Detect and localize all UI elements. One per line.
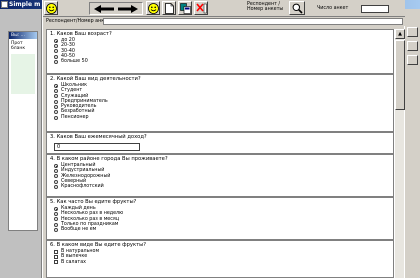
smiley-button-2[interactable] xyxy=(146,1,160,15)
radio-button[interactable] xyxy=(54,49,58,54)
app-title: Simple m xyxy=(9,1,41,8)
radio-button[interactable] xyxy=(54,94,58,99)
radio-button[interactable] xyxy=(54,174,58,179)
delete-icon xyxy=(195,2,207,14)
option-label: Краснофлотский xyxy=(61,184,104,190)
question-title: 4. В каком районе города Вы проживаете? xyxy=(50,156,168,162)
option-label: Безработный xyxy=(61,109,95,115)
option-radio[interactable]: Вообще не ем xyxy=(50,227,390,232)
checkbox[interactable] xyxy=(54,249,58,254)
smiley-button[interactable] xyxy=(44,1,58,15)
app-side-button[interactable] xyxy=(407,27,418,37)
search-row: Респондент/Номер анкеты xyxy=(43,17,405,26)
question-card: 1. Каков Ваш возраст? до 20 20-30 30-40 … xyxy=(46,29,394,74)
radio-button[interactable] xyxy=(54,115,58,120)
radio-button[interactable] xyxy=(54,38,58,43)
scroll-up-button[interactable]: ▲ xyxy=(395,29,405,39)
new-document-button[interactable] xyxy=(162,1,176,15)
option-checkbox[interactable]: В салатах xyxy=(50,260,390,265)
question-card: 6. В каком виде Вы едите фрукты? В натур… xyxy=(46,240,394,278)
option-label: В салатах xyxy=(61,259,86,265)
radio-button[interactable] xyxy=(54,179,58,184)
radio-button[interactable] xyxy=(54,169,58,174)
radio-button[interactable] xyxy=(54,99,58,104)
question-title: 6. В каком виде Вы едите фрукты? xyxy=(50,242,146,248)
question-card: 2. Какой Ваш вид деятельности? Школьник … xyxy=(46,74,394,132)
arrow-left-icon[interactable] xyxy=(93,4,115,16)
count-field[interactable] xyxy=(361,5,389,13)
respondent-label: Респондент / Номер анкеты xyxy=(247,2,284,12)
radio-button[interactable] xyxy=(54,110,58,115)
option-label: Несколько раз в месяц xyxy=(61,216,120,222)
questionnaire-window: Респондент / Номер анкеты Число анкет Ре… xyxy=(42,0,405,278)
radio-button[interactable] xyxy=(54,206,58,211)
search-icon xyxy=(292,3,303,16)
option-label: Железнодорожный xyxy=(61,173,111,179)
radio-button[interactable] xyxy=(54,227,58,232)
navigation-box xyxy=(89,2,143,15)
smiley-icon xyxy=(45,2,57,14)
radio-button[interactable] xyxy=(54,89,58,94)
questions-list: 1. Каков Ваш возраст? до 20 20-30 30-40 … xyxy=(46,29,394,278)
question-title: 5. Как часто Вы едите фрукты? xyxy=(50,199,137,205)
protocol-panel-title: Вы: ... xyxy=(9,32,37,39)
copy-button[interactable] xyxy=(178,1,192,15)
radio-button[interactable] xyxy=(54,44,58,49)
option-label: больше 50 xyxy=(61,59,88,65)
find-button[interactable] xyxy=(289,1,305,15)
toolbar: Респондент / Номер анкеты Число анкет xyxy=(43,0,405,17)
document-icon xyxy=(164,2,174,14)
question-card: 4. В каком районе города Вы проживаете? … xyxy=(46,154,394,197)
radio-button[interactable] xyxy=(54,54,58,59)
option-label: Студент xyxy=(61,88,83,94)
app-side-button[interactable] xyxy=(407,41,418,51)
radio-button[interactable] xyxy=(54,184,58,189)
scroll-thumb[interactable] xyxy=(395,40,405,110)
app-right-toolbar xyxy=(404,9,420,278)
checkbox[interactable] xyxy=(54,260,58,265)
question-title: 1. Каков Ваш возраст? xyxy=(50,31,112,37)
checkbox[interactable] xyxy=(54,255,58,260)
app-icon xyxy=(1,1,8,8)
option-radio[interactable]: Краснофлотский xyxy=(50,184,390,189)
protocol-panel-label: Прот бланк xyxy=(11,41,26,51)
income-input[interactable]: 0 xyxy=(54,143,140,151)
radio-button[interactable] xyxy=(54,59,58,64)
delete-button[interactable] xyxy=(194,1,208,15)
question-title: 2. Какой Ваш вид деятельности? xyxy=(50,76,141,82)
protocol-panel: Вы: ... Прот бланк xyxy=(8,31,38,231)
radio-button[interactable] xyxy=(54,222,58,227)
option-label: Несколько раз в неделю xyxy=(61,211,124,217)
arrow-right-icon[interactable] xyxy=(117,4,139,16)
question-card: 3. Каков Ваш ежемесячный доход? 0 xyxy=(46,132,394,154)
search-input[interactable] xyxy=(103,18,403,25)
smiley-icon xyxy=(147,2,159,14)
option-label: 30-40 xyxy=(61,48,75,54)
option-label: 20-30 xyxy=(61,43,75,49)
app-side-button[interactable] xyxy=(407,55,418,65)
vertical-scrollbar[interactable]: ▲ xyxy=(394,29,405,278)
question-title: 3. Каков Ваш ежемесячный доход? xyxy=(50,134,147,140)
option-label: Индустриальный xyxy=(61,168,105,174)
question-card: 5. Как часто Вы едите фрукты? Каждый ден… xyxy=(46,197,394,240)
copy-icon xyxy=(179,2,191,14)
radio-button[interactable] xyxy=(54,217,58,222)
protocol-panel-content xyxy=(11,54,35,94)
option-radio[interactable]: Пенсионер xyxy=(50,115,390,120)
radio-button[interactable] xyxy=(54,104,58,109)
option-radio[interactable]: больше 50 xyxy=(50,59,390,64)
radio-button[interactable] xyxy=(54,212,58,217)
option-label: В выпечке xyxy=(61,254,88,260)
count-label: Число анкет xyxy=(317,6,349,11)
option-label: Служащий xyxy=(61,93,89,99)
radio-button[interactable] xyxy=(54,163,58,168)
option-label: Вообще не ем xyxy=(61,227,97,233)
radio-button[interactable] xyxy=(54,83,58,88)
option-label: Пенсионер xyxy=(61,114,89,120)
